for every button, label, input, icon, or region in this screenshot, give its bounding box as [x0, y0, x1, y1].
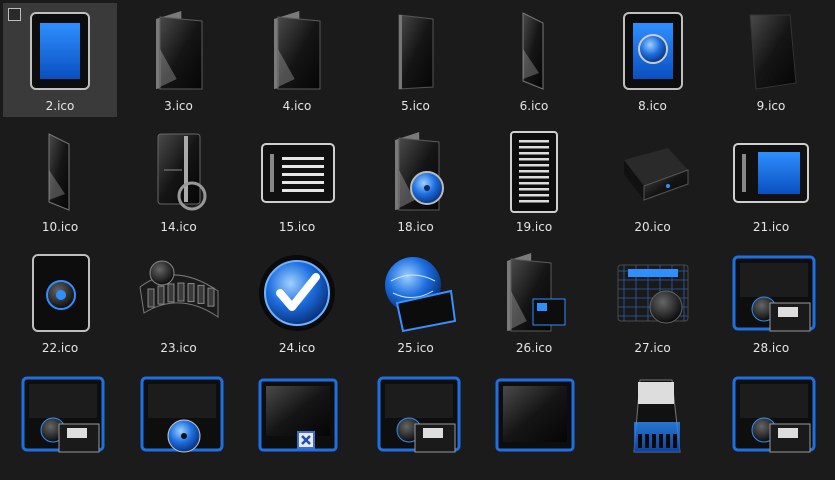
film-reel-icon — [134, 251, 224, 335]
ps3-console-icon — [134, 130, 224, 214]
black-folder-side-icon — [489, 9, 579, 93]
file-item-27-ico[interactable]: 27.ico — [596, 245, 710, 359]
file-item-21-ico[interactable]: 21.ico — [714, 124, 828, 238]
file-name-label: 9.ico — [756, 99, 786, 113]
file-item-24-ico[interactable]: 24.ico — [240, 245, 354, 359]
icon-grid: 2.ico 3.ico 4.ico 5.ico 6.ico 8.ico 9.ic… — [0, 0, 835, 453]
file-name-label: 27.ico — [634, 341, 671, 355]
computer-floppy-icon — [726, 251, 816, 335]
file-item-6-ico[interactable]: 6.ico — [477, 3, 591, 117]
file-item-row4-2[interactable] — [122, 366, 236, 480]
file-item-22-ico[interactable]: 22.ico — [3, 245, 117, 359]
file-name-label: 23.ico — [160, 341, 197, 355]
file-item-15-ico[interactable]: 15.ico — [240, 124, 354, 238]
file-item-28-ico[interactable]: 28.ico — [714, 245, 828, 359]
file-item-2-ico[interactable]: 2.ico — [3, 3, 117, 117]
file-name-label: 19.ico — [515, 220, 553, 234]
blue-screen-tablet-icon — [15, 9, 105, 93]
file-item-row4-7[interactable] — [714, 366, 828, 480]
text-document-icon — [489, 130, 579, 214]
network-sphere-icon — [608, 251, 698, 335]
folder-with-computer-icon — [489, 251, 579, 335]
file-name-label: 18.ico — [397, 220, 434, 234]
computer-floppy-icon — [726, 372, 816, 456]
file-name-label: 22.ico — [41, 341, 79, 355]
file-name-label: 25.ico — [397, 341, 434, 355]
file-name-label: 24.ico — [278, 341, 316, 355]
list-document-icon — [252, 130, 342, 214]
folder-with-disc-icon — [371, 130, 461, 214]
file-item-row4-1[interactable] — [3, 366, 117, 480]
monitor-close-icon — [252, 372, 342, 456]
file-name-label: 14.ico — [160, 220, 197, 234]
tablet-with-disc-icon — [608, 9, 698, 93]
file-item-18-ico[interactable]: 18.ico — [359, 124, 473, 238]
file-name-label: 20.ico — [634, 220, 671, 234]
black-folder-thin-icon — [371, 9, 461, 93]
file-name-label: 5.ico — [401, 99, 430, 113]
black-folder-side-icon — [15, 130, 105, 214]
file-item-8-ico[interactable]: 8.ico — [596, 3, 710, 117]
file-name-label: 28.ico — [752, 341, 790, 355]
file-name-label: 21.ico — [752, 220, 790, 234]
file-item-5-ico[interactable]: 5.ico — [359, 3, 473, 117]
file-name-label: 15.ico — [278, 220, 316, 234]
file-item-25-ico[interactable]: 25.ico — [359, 245, 473, 359]
file-item-26-ico[interactable]: 26.ico — [477, 245, 591, 359]
file-item-row4-6[interactable] — [596, 366, 710, 480]
file-item-row4-4[interactable] — [359, 366, 473, 480]
file-item-19-ico[interactable]: 19.ico — [477, 124, 591, 238]
computer-floppy-icon — [371, 372, 461, 456]
file-item-20-ico[interactable]: 20.ico — [596, 124, 710, 238]
speaker-tablet-icon — [15, 251, 105, 335]
black-folder-icon — [252, 9, 342, 93]
file-item-row4-3[interactable] — [240, 366, 354, 480]
file-name-label: 4.ico — [282, 99, 312, 113]
file-item-9-ico[interactable]: 9.ico — [714, 3, 828, 117]
monitor-blank-icon — [489, 372, 579, 456]
blue-screen-monitor-icon — [726, 130, 816, 214]
external-drive-icon — [608, 130, 698, 214]
file-item-10-ico[interactable]: 10.ico — [3, 124, 117, 238]
file-item-3-ico[interactable]: 3.ico — [122, 3, 236, 117]
memory-card-icon — [608, 372, 698, 456]
file-name-label: 26.ico — [515, 341, 553, 355]
file-name-label: 2.ico — [45, 99, 75, 113]
black-sheet-icon — [726, 9, 816, 93]
blue-checkmark-icon — [252, 251, 342, 335]
file-name-label: 8.ico — [638, 99, 667, 113]
globe-network-icon — [371, 251, 461, 335]
computer-floppy-icon — [15, 372, 105, 456]
computer-disc-icon — [134, 372, 224, 456]
file-name-label: 10.ico — [41, 220, 79, 234]
file-name-label: 6.ico — [519, 99, 549, 113]
file-name-label: 3.ico — [164, 99, 193, 113]
file-item-23-ico[interactable]: 23.ico — [122, 245, 236, 359]
file-item-14-ico[interactable]: 14.ico — [122, 124, 236, 238]
file-item-4-ico[interactable]: 4.ico — [240, 3, 354, 117]
file-item-row4-5[interactable] — [477, 366, 591, 480]
black-folder-icon — [134, 9, 224, 93]
